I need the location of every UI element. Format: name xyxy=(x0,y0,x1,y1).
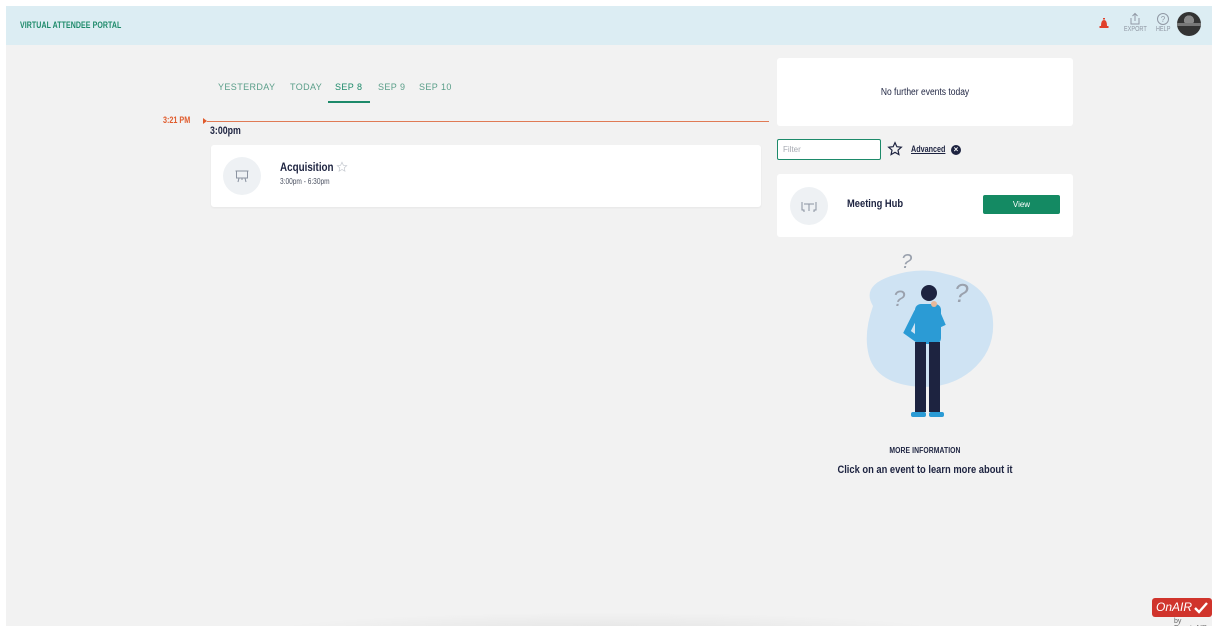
onair-logo: OnAIR xyxy=(1152,598,1212,617)
brand-title[interactable]: VIRTUAL ATTENDEE PORTAL xyxy=(20,20,121,30)
tab-today[interactable]: TODAY xyxy=(290,82,322,92)
view-button[interactable]: View xyxy=(983,195,1060,214)
svg-text:?: ? xyxy=(1161,15,1166,24)
avatar[interactable] xyxy=(1177,12,1201,36)
export-icon xyxy=(1130,12,1140,25)
presentation-icon xyxy=(235,170,249,183)
onair-logo-text: OnAIR xyxy=(1156,600,1193,614)
favorites-filter-star-icon[interactable] xyxy=(887,141,903,157)
svg-text:?: ? xyxy=(901,251,913,273)
event-card[interactable]: Acquisition 3:00pm - 6:30pm xyxy=(211,145,761,207)
clear-filter-icon[interactable]: × xyxy=(951,145,961,155)
event-title[interactable]: Acquisition xyxy=(280,160,334,174)
export-button[interactable]: EXPORT xyxy=(1123,12,1147,40)
more-info-text: Click on an event to learn more about it xyxy=(837,464,1013,476)
current-time-label: 3:21 PM xyxy=(163,115,191,125)
tab-sep-9[interactable]: SEP 9 xyxy=(378,82,405,92)
advanced-filter-link[interactable]: Advanced xyxy=(911,144,945,154)
more-info-title: MORE INFORMATION xyxy=(889,446,961,455)
tab-sep-8[interactable]: SEP 8 xyxy=(335,82,362,92)
meeting-hub-card[interactable]: Meeting Hub View xyxy=(777,174,1073,237)
onair-logo-sub: by EventsAIR xyxy=(1174,618,1207,626)
app-frame: VIRTUAL ATTENDEE PORTAL EXPORT ? HELP YE… xyxy=(6,6,1212,626)
meeting-hub-label: Meeting Hub xyxy=(847,198,904,210)
alert-icon xyxy=(1099,18,1109,28)
meeting-table-icon xyxy=(801,202,817,212)
event-time: 3:00pm - 6:30pm xyxy=(280,177,330,186)
meeting-hub-badge xyxy=(790,187,828,225)
active-tab-underline xyxy=(328,101,370,103)
help-label: HELP xyxy=(1155,26,1171,33)
alert-button[interactable] xyxy=(1092,12,1116,40)
export-label: EXPORT xyxy=(1123,26,1147,33)
help-button[interactable]: ? HELP xyxy=(1151,12,1175,40)
top-bar: VIRTUAL ATTENDEE PORTAL EXPORT ? HELP xyxy=(6,6,1212,45)
filter-input[interactable] xyxy=(777,139,881,160)
no-events-card: No further events today xyxy=(777,58,1073,126)
svg-text:?: ? xyxy=(893,286,906,311)
event-type-badge xyxy=(223,157,261,195)
confused-person-illustration: ? ? ? xyxy=(866,251,994,417)
svg-text:?: ? xyxy=(954,278,969,308)
no-events-text: No further events today xyxy=(880,87,970,98)
bottom-shadow xyxy=(256,612,956,626)
hour-label: 3:00pm xyxy=(210,125,241,137)
current-time-line xyxy=(207,121,769,122)
favorite-star-icon[interactable] xyxy=(336,161,348,173)
tab-sep-10[interactable]: SEP 10 xyxy=(419,82,452,92)
tab-yesterday[interactable]: YESTERDAY xyxy=(218,82,275,92)
checkmark-icon xyxy=(1194,602,1208,614)
help-icon: ? xyxy=(1157,13,1169,25)
